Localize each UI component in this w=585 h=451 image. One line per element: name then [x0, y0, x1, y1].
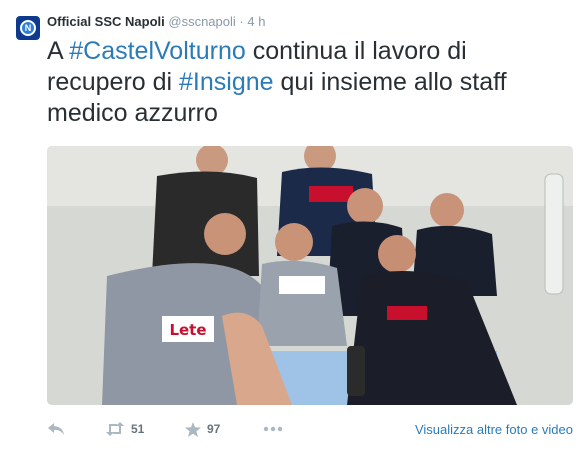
tweet-time[interactable]: 4 h: [247, 14, 265, 29]
favorite-count: 97: [207, 422, 221, 436]
retweet-button[interactable]: 51: [105, 417, 185, 441]
medical-device: [544, 173, 564, 295]
retweet-count: 51: [131, 422, 145, 436]
tweet-text: A #CastelVolturno continua il lavoro di …: [47, 36, 567, 129]
hashtag-castelvolturno[interactable]: #CastelVolturno: [69, 37, 246, 65]
separator-dot: ·: [239, 14, 244, 29]
tweet-text-part: A: [47, 37, 70, 65]
tweet-actions: 51 97 Visualizza altre foto e video: [47, 413, 573, 445]
person-head: [378, 235, 416, 273]
tweet-header: Official SSC Napoli @sscnapoli · 4 h: [47, 14, 265, 29]
author-handle[interactable]: @sscnapoli: [168, 14, 235, 29]
team-photo-illustration: Lete: [47, 146, 573, 405]
person-head: [204, 213, 246, 255]
knee-brace: [347, 346, 365, 396]
person-head: [275, 223, 313, 261]
sponsor-patch: [309, 186, 353, 202]
author-name[interactable]: Official SSC Napoli: [47, 14, 165, 29]
sponsor-patch: [279, 276, 325, 294]
more-button[interactable]: [263, 417, 303, 441]
person-body: [257, 260, 347, 346]
favorite-star-icon: [185, 421, 201, 437]
person-head: [430, 193, 464, 227]
avatar-badge: N: [20, 20, 36, 36]
reply-icon: [48, 423, 64, 435]
tweet-photo[interactable]: Lete: [47, 146, 573, 405]
person-head: [347, 188, 383, 224]
sponsor-patch: [387, 306, 427, 320]
more-dots-icon: [263, 426, 283, 432]
more-photos-link[interactable]: Visualizza altre foto e video: [415, 422, 573, 437]
reply-button[interactable]: [47, 417, 105, 441]
photo-sponsor-logo: Lete: [169, 321, 206, 339]
retweet-icon: [106, 422, 124, 436]
hashtag-insigne[interactable]: #Insigne: [179, 68, 274, 96]
napoli-logo-icon[interactable]: N: [16, 16, 40, 40]
favorite-button[interactable]: 97: [185, 417, 263, 441]
